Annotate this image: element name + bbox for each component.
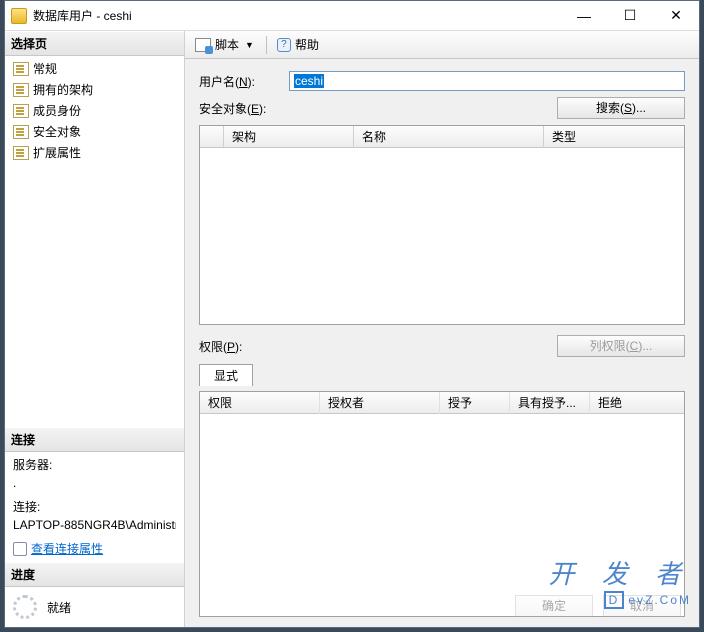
server-label: 服务器: bbox=[13, 456, 176, 474]
page-label: 成员身份 bbox=[33, 102, 81, 119]
chevron-down-icon[interactable]: ▼ bbox=[243, 40, 256, 50]
connection-label: 连接: bbox=[13, 498, 176, 516]
script-icon bbox=[195, 38, 211, 52]
connection-info: 服务器: . 连接: LAPTOP-885NGR4B\Administrat 查… bbox=[5, 452, 184, 562]
permissions-grid[interactable]: 权限 授权者 授予 具有授予... 拒绝 bbox=[199, 391, 685, 617]
page-label: 拥有的架构 bbox=[33, 81, 93, 98]
col-with-grant[interactable]: 具有授予... bbox=[510, 392, 590, 414]
page-icon bbox=[13, 83, 29, 97]
cancel-button[interactable]: 取消 bbox=[603, 595, 681, 617]
page-icon bbox=[13, 125, 29, 139]
page-list: 常规 拥有的架构 成员身份 安全对象 扩展属性 bbox=[5, 56, 184, 165]
minimize-button[interactable]: — bbox=[561, 1, 607, 30]
help-button[interactable]: ? 帮助 bbox=[273, 34, 323, 55]
col-name[interactable]: 名称 bbox=[354, 126, 544, 148]
select-page-header: 选择页 bbox=[5, 31, 184, 56]
ok-button[interactable]: 确定 bbox=[515, 595, 593, 617]
database-user-icon bbox=[11, 8, 27, 24]
col-schema[interactable]: 架构 bbox=[224, 126, 354, 148]
maximize-button[interactable]: ☐ bbox=[607, 1, 653, 30]
close-button[interactable]: ✕ bbox=[653, 1, 699, 30]
page-extended-props[interactable]: 扩展属性 bbox=[5, 142, 184, 163]
search-button[interactable]: 搜索(S)... bbox=[557, 97, 685, 119]
page-securables[interactable]: 安全对象 bbox=[5, 121, 184, 142]
sidebar: 选择页 常规 拥有的架构 成员身份 安全对象 扩展属性 连接 服务器: . 连接… bbox=[5, 31, 185, 627]
col-grant[interactable]: 授予 bbox=[440, 392, 510, 414]
spinner-icon bbox=[13, 595, 37, 619]
securables-grid[interactable]: 架构 名称 类型 bbox=[199, 125, 685, 325]
securables-label: 安全对象(E): bbox=[199, 100, 266, 117]
username-input[interactable]: ceshi bbox=[289, 71, 685, 91]
script-button[interactable]: 脚本 ▼ bbox=[191, 34, 260, 55]
properties-icon bbox=[13, 542, 27, 556]
col-type[interactable]: 类型 bbox=[544, 126, 684, 148]
securables-grid-header: 架构 名称 类型 bbox=[200, 126, 684, 148]
col-deny[interactable]: 拒绝 bbox=[590, 392, 684, 414]
page-icon bbox=[13, 62, 29, 76]
tab-explicit[interactable]: 显式 bbox=[199, 364, 253, 386]
title-bar: 数据库用户 - ceshi — ☐ ✕ bbox=[5, 1, 699, 31]
page-membership[interactable]: 成员身份 bbox=[5, 100, 184, 121]
page-icon bbox=[13, 104, 29, 118]
help-label: 帮助 bbox=[295, 36, 319, 53]
page-label: 常规 bbox=[33, 60, 57, 77]
permissions-label: 权限(P): bbox=[199, 338, 242, 355]
view-connection-props-link[interactable]: 查看连接属性 bbox=[31, 540, 103, 558]
connection-header: 连接 bbox=[5, 427, 184, 452]
progress-status: 就绪 bbox=[47, 599, 71, 616]
dialog-window: 数据库用户 - ceshi — ☐ ✕ 选择页 常规 拥有的架构 成员身份 安全… bbox=[4, 0, 700, 628]
server-value: . bbox=[13, 474, 176, 492]
page-icon bbox=[13, 146, 29, 160]
username-label: 用户名(N): bbox=[199, 73, 283, 90]
page-general[interactable]: 常规 bbox=[5, 58, 184, 79]
connection-value: LAPTOP-885NGR4B\Administrat bbox=[13, 516, 176, 534]
column-permissions-button: 列权限(C)... bbox=[557, 335, 685, 357]
username-value: ceshi bbox=[294, 74, 324, 88]
window-title: 数据库用户 - ceshi bbox=[33, 7, 561, 24]
col-grantor[interactable]: 授权者 bbox=[320, 392, 440, 414]
permissions-grid-header: 权限 授权者 授予 具有授予... 拒绝 bbox=[200, 392, 684, 414]
page-owned-schemas[interactable]: 拥有的架构 bbox=[5, 79, 184, 100]
page-label: 安全对象 bbox=[33, 123, 81, 140]
permissions-tabs: 显式 bbox=[199, 363, 685, 385]
securables-grid-body bbox=[200, 148, 684, 324]
progress-header: 进度 bbox=[5, 562, 184, 587]
dialog-buttons: 确定 取消 bbox=[515, 595, 681, 617]
help-icon: ? bbox=[277, 38, 291, 52]
toolbar-separator bbox=[266, 36, 267, 54]
progress-area: 就绪 bbox=[5, 587, 184, 627]
col-permission[interactable]: 权限 bbox=[200, 392, 320, 414]
toolbar: 脚本 ▼ ? 帮助 bbox=[185, 31, 699, 59]
page-label: 扩展属性 bbox=[33, 144, 81, 161]
main-panel: 脚本 ▼ ? 帮助 用户名(N): ceshi 安全对象(E): bbox=[185, 31, 699, 627]
script-label: 脚本 bbox=[215, 36, 239, 53]
